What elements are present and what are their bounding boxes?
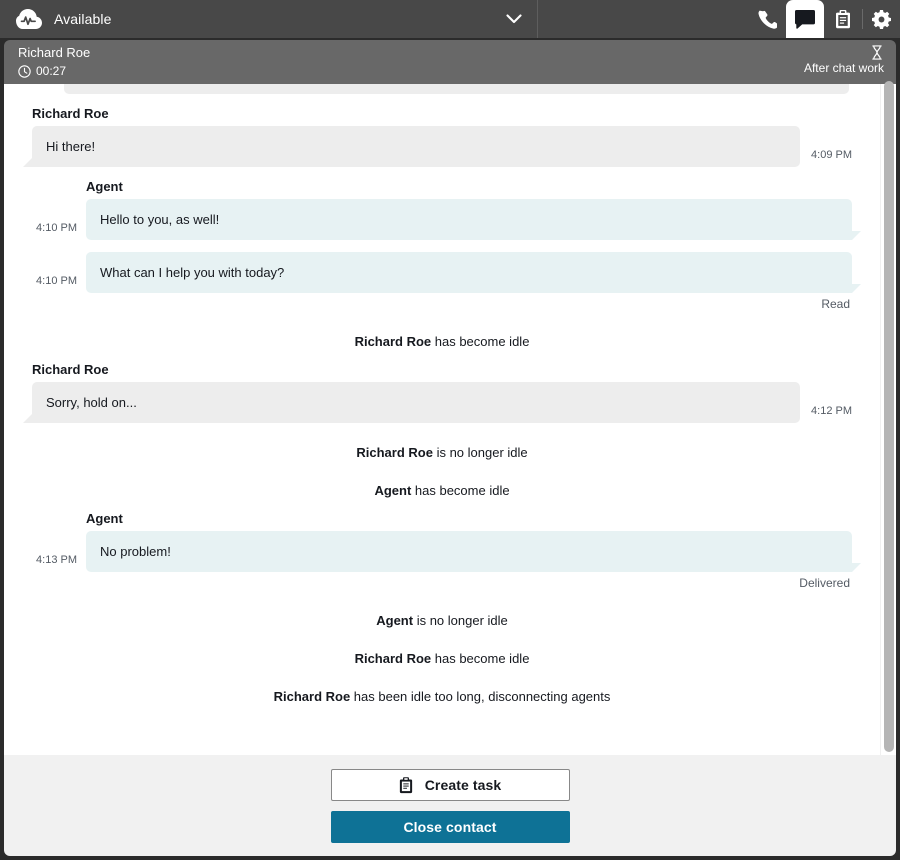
- system-event-text: has been idle too long, disconnecting ag…: [350, 689, 611, 704]
- contact-header-shell: Richard Roe 00:27 After chat work: [0, 38, 900, 84]
- phone-icon: [758, 10, 777, 29]
- clock-icon: [18, 64, 31, 78]
- system-event-message: Richard Roe is no longer idle: [32, 423, 852, 461]
- system-event-text: is no longer idle: [413, 613, 508, 628]
- system-event-actor: Richard Roe: [356, 445, 433, 460]
- message-row: Hi there! 4:09 PM: [22, 126, 852, 167]
- ccp-window: Available Richard Roe 00:27 After chat w…: [0, 0, 900, 860]
- system-event-text: has become idle: [411, 483, 510, 498]
- gear-icon: [871, 9, 891, 29]
- message-row: 4:13 PM No problem!: [32, 531, 861, 572]
- message-receipt-status: Read: [821, 297, 850, 311]
- close-contact-button[interactable]: Close contact: [330, 811, 570, 843]
- chat-bubble-icon: [795, 9, 815, 29]
- system-event-text: has become idle: [431, 334, 530, 349]
- system-event-actor: Agent: [374, 483, 412, 498]
- contact-actions: Create task Close contact: [4, 755, 896, 856]
- message-bubble: Hi there!: [22, 126, 801, 167]
- create-task-button[interactable]: Create task: [330, 769, 570, 801]
- contact-header-left: Richard Roe 00:27: [18, 45, 90, 78]
- tab-phone[interactable]: [748, 0, 786, 38]
- contact-state-label: After chat work: [803, 61, 884, 75]
- clipboard-icon: [399, 776, 414, 793]
- transcript-scrollbar-thumb[interactable]: [884, 81, 894, 752]
- message-sender-name: Agent: [86, 179, 123, 194]
- transcript-shell: Richard Roe Hi there! 4:09 PM Agent 4:10 PM H…: [0, 81, 900, 755]
- agent-status-selector[interactable]: Available: [0, 0, 538, 38]
- hourglass-icon: [870, 45, 884, 60]
- system-event-message: Richard Roe has become idle: [32, 312, 852, 350]
- system-event-message: Richard Roe has been idle too long, disc…: [32, 667, 852, 705]
- message-sender-name: Richard Roe: [32, 362, 109, 377]
- message-timestamp: 4:13 PM: [36, 554, 77, 566]
- transcript-scrollbar[interactable]: [880, 81, 896, 755]
- system-event-message: Richard Roe has become idle: [32, 629, 852, 667]
- agent-message: 4:10 PM What can I help you with today? Re…: [32, 240, 861, 312]
- system-event-message: Agent is no longer idle: [32, 591, 852, 629]
- agent-status-label: Available: [54, 11, 112, 27]
- agent-message: Agent 4:10 PM Hello to you, as well!: [32, 167, 861, 240]
- system-event-actor: Agent: [376, 613, 414, 628]
- message-row: 4:10 PM Hello to you, as well!: [32, 199, 861, 240]
- chevron-down-icon: [505, 10, 523, 28]
- system-event-message: Agent has become idle: [32, 461, 852, 499]
- agent-message: Agent 4:13 PM No problem! Delivered: [32, 499, 861, 591]
- tab-chat[interactable]: [786, 0, 824, 38]
- contact-header-right: After chat work: [804, 45, 884, 75]
- topbar-tab-group: [748, 0, 900, 38]
- system-event-text: is no longer idle: [432, 445, 528, 460]
- close-contact-label: Close contact: [403, 819, 497, 835]
- message-row: Sorry, hold on... 4:12 PM: [22, 382, 852, 423]
- tab-tasks[interactable]: [824, 0, 862, 38]
- clipboard-icon: [835, 9, 851, 29]
- message-bubble: What can I help you with today?: [86, 252, 861, 293]
- system-event-actor: Richard Roe: [273, 689, 351, 704]
- system-event-actor: Richard Roe: [354, 651, 432, 666]
- customer-message: Richard Roe Hi there! 4:09 PM: [22, 94, 852, 167]
- system-event-actor: Richard Roe: [354, 334, 432, 349]
- message-timestamp: 4:10 PM: [36, 275, 77, 287]
- contact-timer: 00:27: [36, 64, 67, 78]
- message-bubble: Sorry, hold on...: [22, 382, 801, 423]
- message-sender-name: Richard Roe: [32, 106, 109, 121]
- contact-actions-footer: Create task Close contact: [0, 755, 900, 860]
- message-sender-name: Agent: [86, 511, 123, 526]
- top-status-bar: Available: [0, 0, 900, 38]
- message-bubble: Hello to you, as well!: [86, 199, 861, 240]
- message-timestamp: 4:10 PM: [36, 222, 77, 234]
- contact-name: Richard Roe: [18, 45, 91, 60]
- tab-settings[interactable]: [862, 0, 900, 38]
- message-timestamp: 4:12 PM: [811, 405, 852, 417]
- contact-header[interactable]: Richard Roe 00:27 After chat work: [4, 40, 896, 84]
- chat-transcript: Richard Roe Hi there! 4:09 PM Agent 4:10 PM H…: [4, 84, 880, 755]
- message-bubble: No problem!: [86, 531, 861, 572]
- chat-transcript-list: Richard Roe Hi there! 4:09 PM Agent 4:10 PM H…: [4, 84, 880, 719]
- clipped-message-bubble: [64, 84, 849, 94]
- connect-cloud-logo-icon: [16, 8, 42, 30]
- contact-timer-row: 00:27: [18, 64, 90, 78]
- message-timestamp: 4:09 PM: [811, 149, 852, 161]
- create-task-label: Create task: [424, 777, 502, 793]
- message-row: 4:10 PM What can I help you with today?: [32, 252, 861, 293]
- system-event-text: has become idle: [431, 651, 530, 666]
- customer-message: Richard Roe Sorry, hold on... 4:12 PM: [22, 350, 852, 423]
- message-receipt-status: Delivered: [799, 576, 850, 590]
